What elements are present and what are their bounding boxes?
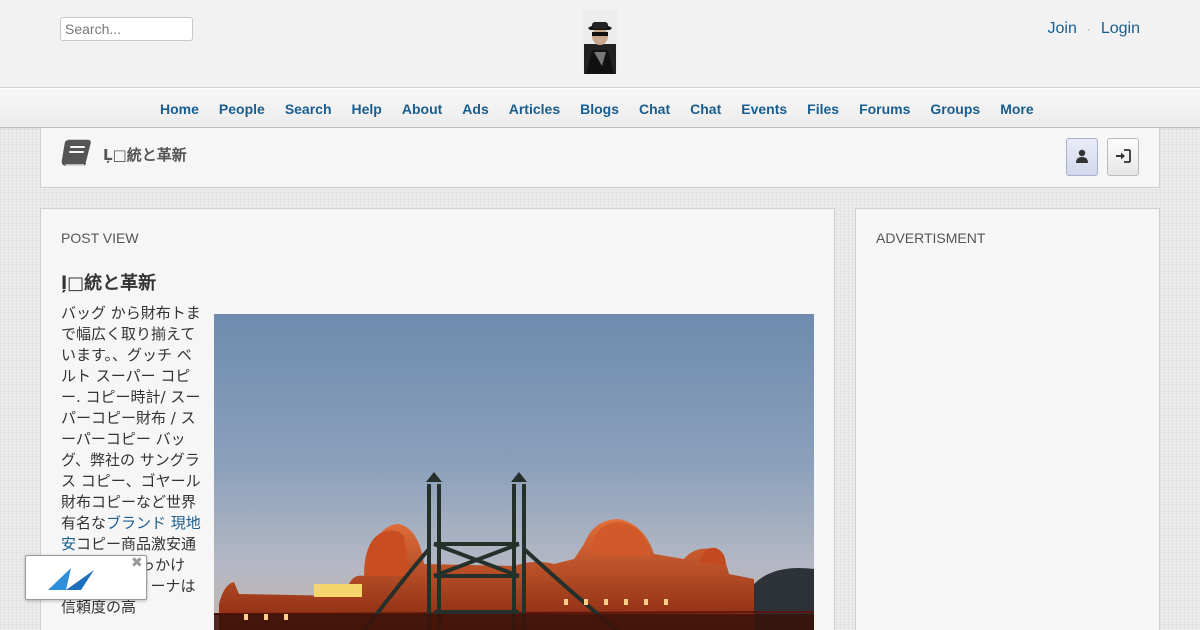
- ad-logo: [46, 564, 96, 596]
- post-view-card: POST VIEW ļ□統と革新 バッグ から財布トまで幅広く取り揃えています。…: [40, 208, 835, 630]
- post-view-label: POST VIEW: [61, 230, 139, 246]
- profile-button[interactable]: [1066, 138, 1098, 176]
- nav-articles[interactable]: Articles: [499, 101, 570, 117]
- nav-chat-2[interactable]: Chat: [680, 101, 731, 117]
- join-link[interactable]: Join: [1047, 20, 1076, 38]
- user-icon: [1075, 148, 1089, 167]
- post-photo: [214, 314, 814, 630]
- nav-groups[interactable]: Groups: [920, 101, 990, 117]
- close-icon[interactable]: ✖: [131, 556, 143, 570]
- book-icon: [61, 138, 93, 168]
- ad-widget[interactable]: ✖: [25, 555, 147, 600]
- nav-home[interactable]: Home: [150, 101, 209, 117]
- nav-help[interactable]: Help: [342, 101, 392, 117]
- nav-about[interactable]: About: [392, 101, 452, 117]
- nav-events[interactable]: Events: [731, 101, 797, 117]
- sign-in-icon: [1115, 148, 1131, 167]
- nav-search[interactable]: Search: [275, 101, 342, 117]
- advertisement-card: ADVERTISMENT: [855, 208, 1160, 630]
- sign-in-button[interactable]: [1107, 138, 1139, 176]
- search-input[interactable]: [60, 17, 193, 41]
- top-bar: Join · Login: [0, 0, 1200, 88]
- main-nav: Home People Search Help About Ads Articl…: [0, 88, 1200, 128]
- page-header: Ļ□統と革新: [40, 128, 1160, 188]
- site-logo[interactable]: [582, 10, 618, 74]
- nav-files[interactable]: Files: [797, 101, 849, 117]
- login-link[interactable]: Login: [1101, 20, 1140, 38]
- nav-chat[interactable]: Chat: [629, 101, 680, 117]
- nav-more[interactable]: More: [990, 101, 1043, 117]
- nav-blogs[interactable]: Blogs: [570, 101, 629, 117]
- page-title: Ļ□統と革新: [103, 146, 187, 164]
- link-separator: ·: [1086, 22, 1091, 36]
- post-body-text: バッグ から財布トまで幅広く取り揃えています。、グッチ ベルト スーパー コピー…: [61, 304, 201, 532]
- nav-people[interactable]: People: [209, 101, 275, 117]
- advertisement-label: ADVERTISMENT: [876, 230, 986, 246]
- nav-ads[interactable]: Ads: [452, 101, 498, 117]
- auth-links: Join · Login: [1047, 20, 1140, 38]
- nav-items: Home People Search Help About Ads Articl…: [150, 89, 1044, 129]
- post-title: ļ□統と革新: [61, 273, 157, 294]
- nav-forums[interactable]: Forums: [849, 101, 920, 117]
